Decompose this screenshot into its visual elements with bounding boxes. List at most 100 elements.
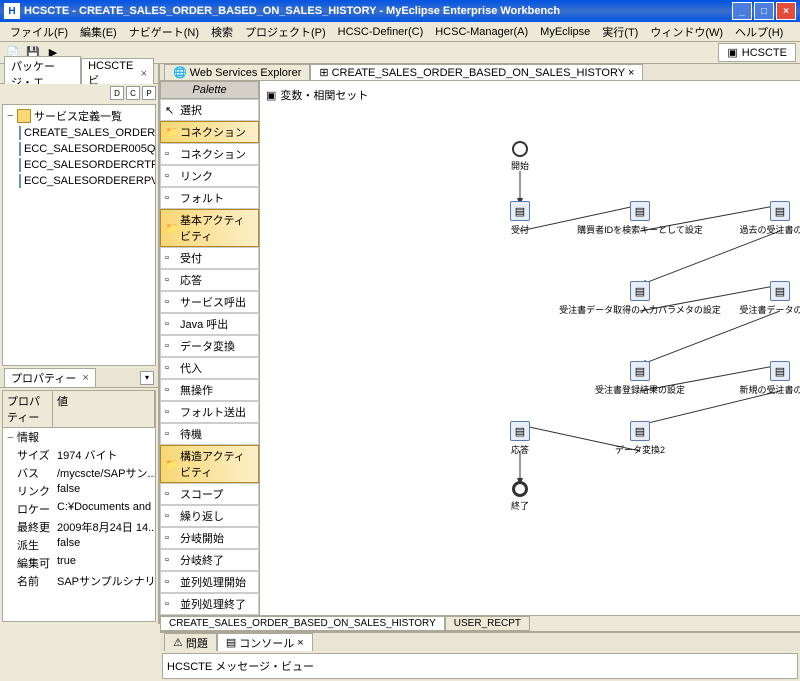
palette-item[interactable]: ▫受付 bbox=[160, 247, 259, 269]
view-action-d[interactable]: D bbox=[110, 86, 124, 100]
service-tree[interactable]: −サービス定義一覧 CREATE_SALES_ORDER_BASED_ON ECC… bbox=[2, 104, 156, 366]
palette-item[interactable]: ▫フォルト bbox=[160, 187, 259, 209]
prop-row[interactable]: 派生false bbox=[3, 536, 155, 554]
palette-category[interactable]: 📁基本アクティビティ bbox=[160, 209, 259, 247]
col-value[interactable]: 値 bbox=[53, 391, 155, 427]
flow-node[interactable]: 開始 bbox=[460, 141, 580, 172]
prop-key: 最終更 bbox=[3, 518, 53, 536]
tool-icon: ▫ bbox=[165, 532, 177, 544]
menu-item[interactable]: ウィンドウ(W) bbox=[644, 22, 729, 42]
tool-icon: ▫ bbox=[165, 384, 177, 396]
pal-label: 選択 bbox=[180, 102, 202, 118]
prop-root-row[interactable]: −情報 bbox=[3, 428, 155, 446]
close-button[interactable]: × bbox=[776, 2, 796, 20]
palette-category[interactable]: 📁コネクション bbox=[160, 121, 259, 143]
console-body[interactable]: HCSCTE メッセージ・ビュー bbox=[162, 653, 798, 679]
palette-item[interactable]: ▫リンク bbox=[160, 165, 259, 187]
col-property[interactable]: プロパティー bbox=[3, 391, 53, 427]
prop-row[interactable]: リンクfalse bbox=[3, 482, 155, 500]
node-label: 開始 bbox=[511, 159, 529, 172]
flow-node[interactable]: ▤受注書データ取得の入力パラメタの設定 bbox=[580, 281, 700, 316]
menu-item[interactable]: HCSC-Definer(C) bbox=[332, 24, 430, 40]
prop-value: false bbox=[53, 536, 155, 554]
prop-row[interactable]: ロケーC:¥Documents and ... bbox=[3, 500, 155, 518]
close-icon[interactable]: × bbox=[82, 372, 88, 384]
flow-node[interactable]: ▤データ変換2 bbox=[580, 421, 700, 456]
palette-item[interactable]: ▫代入 bbox=[160, 357, 259, 379]
prop-label: 情報 bbox=[17, 432, 39, 444]
activity-icon: ▤ bbox=[770, 361, 790, 381]
properties-tab[interactable]: プロパティー× bbox=[4, 368, 96, 387]
palette-item[interactable]: ▫Java 呼出 bbox=[160, 313, 259, 335]
menu-item[interactable]: HCSC-Manager(A) bbox=[429, 24, 534, 40]
tree-item[interactable]: ECC_SALESORDER005QR bbox=[5, 141, 153, 157]
flow-node[interactable]: ▤応答 bbox=[460, 421, 580, 456]
palette-category[interactable]: 📁構造アクティビティ bbox=[160, 445, 259, 483]
perspective-tab[interactable]: ▣ HCSCTE bbox=[718, 43, 796, 62]
menu-item[interactable]: 編集(E) bbox=[74, 22, 123, 42]
tree-root[interactable]: −サービス定義一覧 bbox=[5, 107, 153, 125]
palette-title: Palette bbox=[160, 81, 259, 99]
pal-label: 繰り返し bbox=[180, 508, 224, 524]
palette-select-tool[interactable]: ↖選択 bbox=[160, 99, 259, 121]
close-icon[interactable]: × bbox=[141, 68, 147, 80]
minimize-button[interactable]: _ bbox=[732, 2, 752, 20]
view-menu-icon[interactable]: ▾ bbox=[140, 371, 154, 385]
tree-item[interactable]: ECC_SALESORDERCRTRC bbox=[5, 157, 153, 173]
palette-item[interactable]: ▫サービス呼出 bbox=[160, 291, 259, 313]
palette-item[interactable]: ▫分岐終了 bbox=[160, 549, 259, 571]
view-action-p[interactable]: P bbox=[142, 86, 156, 100]
menu-item[interactable]: ナビゲート(N) bbox=[123, 22, 205, 42]
palette-item[interactable]: ▫無操作 bbox=[160, 379, 259, 401]
menu-item[interactable]: 検索 bbox=[205, 22, 239, 42]
close-icon[interactable]: × bbox=[297, 637, 303, 649]
tree-item[interactable]: ECC_SALESORDERERPV1001QR bbox=[5, 173, 153, 189]
prop-row[interactable]: 最終更2009年8月24日 14... bbox=[3, 518, 155, 536]
flow-node[interactable]: ▤購買者IDを検索キーとして設定 bbox=[580, 201, 700, 236]
tool-icon: ▫ bbox=[165, 428, 177, 440]
prop-value: 1974 バイト bbox=[53, 446, 155, 464]
menu-item[interactable]: プロジェクト(P) bbox=[239, 22, 332, 42]
tool-icon: ▫ bbox=[165, 340, 177, 352]
flow-node[interactable]: 終了 bbox=[460, 481, 580, 512]
prop-row[interactable]: サイズ1974 バイト bbox=[3, 446, 155, 464]
workflow-canvas[interactable]: ▣変数・相関セット 開始▤受付▤購買者IDを検索キーとして設定▤過去の受注書の検… bbox=[260, 81, 800, 615]
palette-item[interactable]: ▫応答 bbox=[160, 269, 259, 291]
view-action-c[interactable]: C bbox=[126, 86, 140, 100]
pal-label: 待機 bbox=[180, 426, 202, 442]
web-explorer-tab[interactable]: 🌐Web Services Explorer bbox=[164, 64, 310, 80]
pal-label: 並列処理終了 bbox=[180, 596, 246, 612]
flow-node[interactable]: ▤受付 bbox=[460, 201, 580, 236]
node-label: 新規の受注書の登録 bbox=[739, 383, 800, 396]
palette-item[interactable]: ▫並列処理終了 bbox=[160, 593, 259, 615]
palette-item[interactable]: ▫分岐開始 bbox=[160, 527, 259, 549]
bp-editor-tab[interactable]: ⊞CREATE_SALES_ORDER_BASED_ON_SALES_HISTO… bbox=[310, 64, 643, 80]
tree-label: CREATE_SALES_ORDER_BASED_ON bbox=[24, 127, 156, 139]
palette-item[interactable]: ▫並列処理開始 bbox=[160, 571, 259, 593]
flow-node[interactable]: ▤受注書データの取得 bbox=[720, 281, 800, 316]
palette-item[interactable]: ▫データ変換 bbox=[160, 335, 259, 357]
prop-row[interactable]: 編集可true bbox=[3, 554, 155, 572]
flow-node[interactable]: ▤受注書登録結果の設定 bbox=[580, 361, 700, 396]
prop-row[interactable]: 名前SAPサンプルシナリオ... bbox=[3, 572, 155, 590]
pal-label: サービス呼出 bbox=[180, 294, 246, 310]
console-tab[interactable]: ▤コンソール× bbox=[217, 633, 313, 651]
service-icon bbox=[19, 142, 21, 156]
palette-item[interactable]: ▫繰り返し bbox=[160, 505, 259, 527]
menu-item[interactable]: ヘルプ(H) bbox=[729, 22, 789, 42]
menu-item[interactable]: ファイル(F) bbox=[4, 22, 74, 42]
close-icon[interactable]: × bbox=[628, 67, 634, 79]
maximize-button[interactable]: □ bbox=[754, 2, 774, 20]
palette-item[interactable]: ▫コネクション bbox=[160, 143, 259, 165]
palette-item[interactable]: ▫待機 bbox=[160, 423, 259, 445]
menu-item[interactable]: MyEclipse bbox=[534, 24, 596, 40]
palette-item[interactable]: ▫フォルト送出 bbox=[160, 401, 259, 423]
tree-item[interactable]: CREATE_SALES_ORDER_BASED_ON bbox=[5, 125, 153, 141]
prop-row[interactable]: バス/mycscte/SAPサン... bbox=[3, 464, 155, 482]
tab-label: コンソール bbox=[239, 635, 294, 651]
palette-item[interactable]: ▫スコープ bbox=[160, 483, 259, 505]
menu-item[interactable]: 実行(T) bbox=[596, 22, 644, 42]
flow-node[interactable]: ▤過去の受注書の検索 bbox=[720, 201, 800, 236]
flow-node[interactable]: ▤ 新規の受注書の登録 bbox=[720, 361, 800, 396]
problems-tab[interactable]: ⚠問題 bbox=[164, 633, 217, 651]
